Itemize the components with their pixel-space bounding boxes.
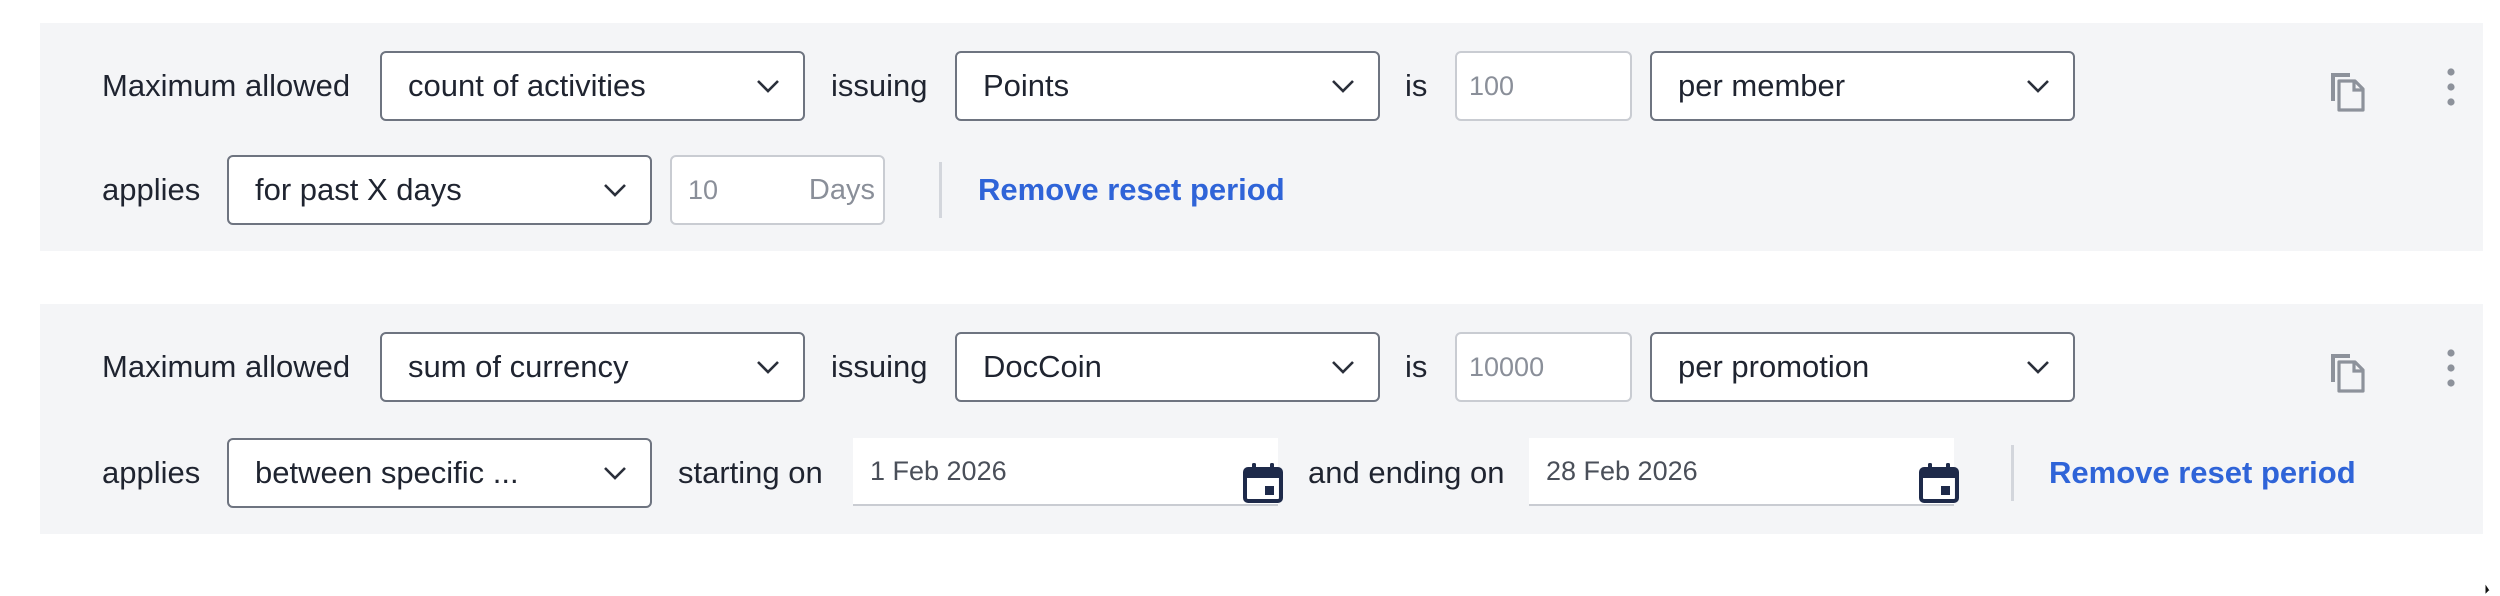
- copy-icon[interactable]: [2324, 67, 2368, 115]
- starting-on-label: starting on: [678, 455, 823, 490]
- scope-value: per member: [1678, 68, 1846, 103]
- rule-definition-row: Maximum allowed count of activities issu…: [40, 51, 2483, 121]
- chevron-down-icon: [1332, 80, 1354, 93]
- start-date-value: 1 Feb 2026: [870, 456, 1007, 486]
- start-date-field[interactable]: 1 Feb 2026: [853, 438, 1283, 506]
- days-unit: Days: [808, 174, 875, 206]
- divider: [2011, 445, 2014, 501]
- is-label: is: [1405, 349, 1428, 384]
- divider: [939, 162, 942, 218]
- limit-value: 100: [1469, 71, 1515, 101]
- metric-dropdown[interactable]: count of activities: [380, 51, 805, 121]
- chevron-down-icon: [1332, 361, 1354, 374]
- metric-value: count of activities: [408, 68, 646, 103]
- end-date-field[interactable]: 28 Feb 2026: [1529, 438, 1959, 506]
- copy-icon[interactable]: [2324, 348, 2368, 396]
- calendar-icon[interactable]: [1918, 462, 1960, 504]
- chevron-down-icon: [2027, 80, 2049, 93]
- scope-dropdown[interactable]: per promotion: [1650, 332, 2075, 402]
- limit-rule-card-2: Maximum allowed sum of currency issuing …: [40, 304, 2483, 534]
- end-date-value: 28 Feb 2026: [1546, 456, 1698, 486]
- metric-value: sum of currency: [408, 349, 629, 384]
- days-input[interactable]: 10 Days: [670, 155, 885, 225]
- rule-definition-row: Maximum allowed sum of currency issuing …: [40, 332, 2483, 402]
- remove-reset-period-link[interactable]: Remove reset period: [978, 155, 1285, 225]
- reset-period-row: applies for past X days 10 Days Remove r…: [40, 155, 2483, 225]
- is-label: is: [1405, 68, 1428, 103]
- applies-label: applies: [102, 172, 201, 207]
- scope-value: per promotion: [1678, 349, 1870, 384]
- period-dropdown[interactable]: between specific ...: [227, 438, 652, 508]
- limit-input[interactable]: 100: [1455, 51, 1632, 121]
- chevron-down-icon: [604, 467, 626, 480]
- period-value: for past X days: [255, 172, 462, 207]
- metric-dropdown[interactable]: sum of currency: [380, 332, 805, 402]
- more-vertical-icon[interactable]: [2444, 67, 2458, 107]
- reward-dropdown[interactable]: DocCoin: [955, 332, 1380, 402]
- period-dropdown[interactable]: for past X days: [227, 155, 652, 225]
- issuing-label: issuing: [831, 68, 928, 103]
- scope-dropdown[interactable]: per member: [1650, 51, 2075, 121]
- applies-label: applies: [102, 455, 201, 490]
- limit-input[interactable]: 10000: [1455, 332, 1632, 402]
- days-value: 10: [688, 175, 719, 205]
- issuing-label: issuing: [831, 349, 928, 384]
- chevron-down-icon: [604, 184, 626, 197]
- limit-value: 10000: [1469, 352, 1545, 382]
- maximum-allowed-label: Maximum allowed: [102, 68, 351, 103]
- mouse-cursor-icon: [2484, 582, 2494, 596]
- reset-period-row: applies between specific ... starting on…: [40, 438, 2483, 508]
- reward-value: Points: [983, 68, 1070, 103]
- chevron-down-icon: [2027, 361, 2049, 374]
- chevron-down-icon: [757, 80, 779, 93]
- remove-reset-period-link[interactable]: Remove reset period: [2049, 438, 2356, 508]
- reward-dropdown[interactable]: Points: [955, 51, 1380, 121]
- limit-rule-card-1: Maximum allowed count of activities issu…: [40, 23, 2483, 251]
- and-ending-on-label: and ending on: [1308, 455, 1505, 490]
- more-vertical-icon[interactable]: [2444, 348, 2458, 388]
- period-value: between specific ...: [255, 455, 519, 490]
- maximum-allowed-label: Maximum allowed: [102, 349, 351, 384]
- reward-value: DocCoin: [983, 349, 1102, 384]
- calendar-icon[interactable]: [1242, 462, 1284, 504]
- chevron-down-icon: [757, 361, 779, 374]
